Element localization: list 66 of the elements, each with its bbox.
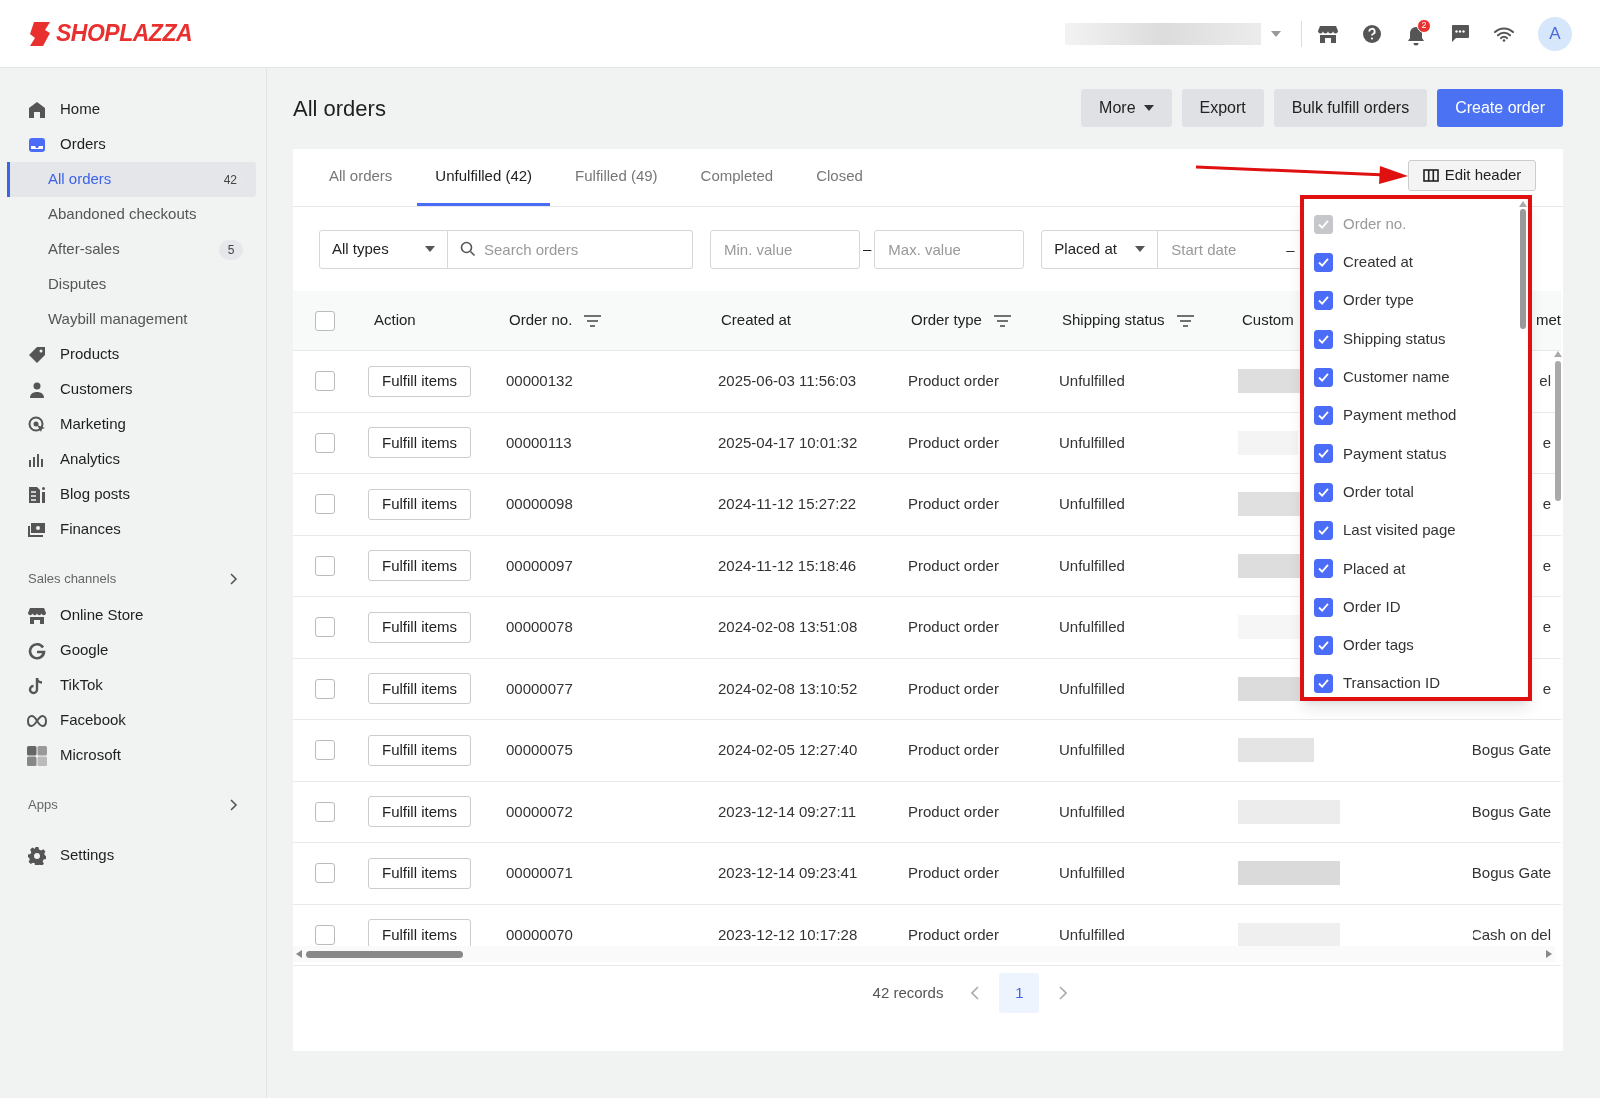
table-cell: 00000070 [506, 925, 573, 943]
records-count: 42 records [872, 982, 944, 1003]
table-cell-text: e [1542, 432, 1551, 453]
column-header: Order type [911, 310, 982, 331]
table-cell: 2023-12-12 10:17:28 [718, 925, 858, 943]
range-separator: – [862, 238, 873, 259]
table-cell: 00000098 [506, 495, 573, 512]
logo-text: SHOPLAZZA [56, 19, 193, 49]
table-cell: 2024-11-12 15:27:22 [718, 495, 857, 512]
section-label: Apps [28, 795, 59, 814]
column-header: Order no. [509, 310, 573, 331]
table-cell-text: el [1539, 371, 1551, 391]
count-badge: 5 [219, 239, 243, 260]
section-label: Sales channels [28, 569, 118, 588]
column-header: Action [374, 310, 416, 331]
table-cell: Product order [908, 802, 999, 820]
table-cell: 2023-12-14 09:23:41 [718, 864, 858, 881]
table-cell: 2025-06-03 11:56:03 [718, 372, 857, 389]
column-header: met [1536, 310, 1561, 331]
table-cell: Product order [908, 864, 999, 881]
table-cell: 2024-02-08 13:10:52 [718, 679, 858, 697]
table-cell-text: e [1542, 678, 1551, 699]
range-separator: – [1286, 239, 1295, 260]
table-cell: 2024-02-08 13:51:08 [718, 618, 858, 635]
table-cell: Unfulfilled [1059, 495, 1125, 512]
table-cell: Unfulfilled [1059, 372, 1125, 389]
table-cell: 2024-11-12 15:18:46 [718, 556, 857, 574]
table-cell: Product order [908, 679, 999, 697]
table-cell: 00000075 [506, 741, 573, 758]
table-cell-text: Bogus Gate [1473, 740, 1551, 760]
table-cell: Unfulfilled [1059, 925, 1125, 943]
table-cell-text: e [1542, 617, 1551, 637]
table-cell: Unfulfilled [1059, 864, 1125, 881]
table-cell: Product order [908, 618, 999, 635]
table-cell: 2025-04-17 10:01:32 [718, 433, 858, 451]
column-header: Shipping status [1062, 310, 1165, 331]
table-cell: 2023-12-14 09:27:11 [718, 802, 857, 820]
table-cell-text: Bogus Gate [1473, 801, 1551, 822]
table-cell: Unfulfilled [1059, 433, 1125, 451]
table-cell: Unfulfilled [1059, 618, 1125, 635]
table-cell: 00000078 [506, 618, 573, 635]
table-cell: Product order [908, 495, 999, 512]
page-title: All orders [293, 94, 386, 123]
table-cell: 00000072 [506, 802, 573, 820]
table-cell: 00000077 [506, 679, 573, 697]
table-cell: 2024-02-05 12:27:40 [718, 741, 858, 758]
table-cell: Unfulfilled [1059, 556, 1125, 574]
table-cell: Product order [908, 372, 999, 389]
table-cell: Product order [908, 925, 999, 943]
table-cell-text: e [1542, 555, 1551, 576]
table-cell: Product order [908, 741, 999, 758]
table-cell: Product order [908, 556, 999, 574]
table-cell: Unfulfilled [1059, 741, 1125, 758]
table-cell: 00000132 [506, 372, 573, 389]
table-cell: 00000071 [506, 864, 573, 881]
notification-badge: 2 [1417, 18, 1431, 33]
column-header: Created at [721, 310, 792, 331]
table-cell: Product order [908, 433, 999, 451]
table-cell: 00000097 [506, 556, 573, 574]
table-cell-text: Bogus Gate [1473, 863, 1551, 883]
table-cell: Unfulfilled [1059, 802, 1125, 820]
table-cell: Unfulfilled [1059, 679, 1125, 697]
column-header: Custom [1242, 310, 1294, 331]
table-cell-text: e [1542, 494, 1551, 514]
table-cell: 00000113 [506, 433, 572, 451]
column-option: Order no. [1314, 205, 1518, 244]
